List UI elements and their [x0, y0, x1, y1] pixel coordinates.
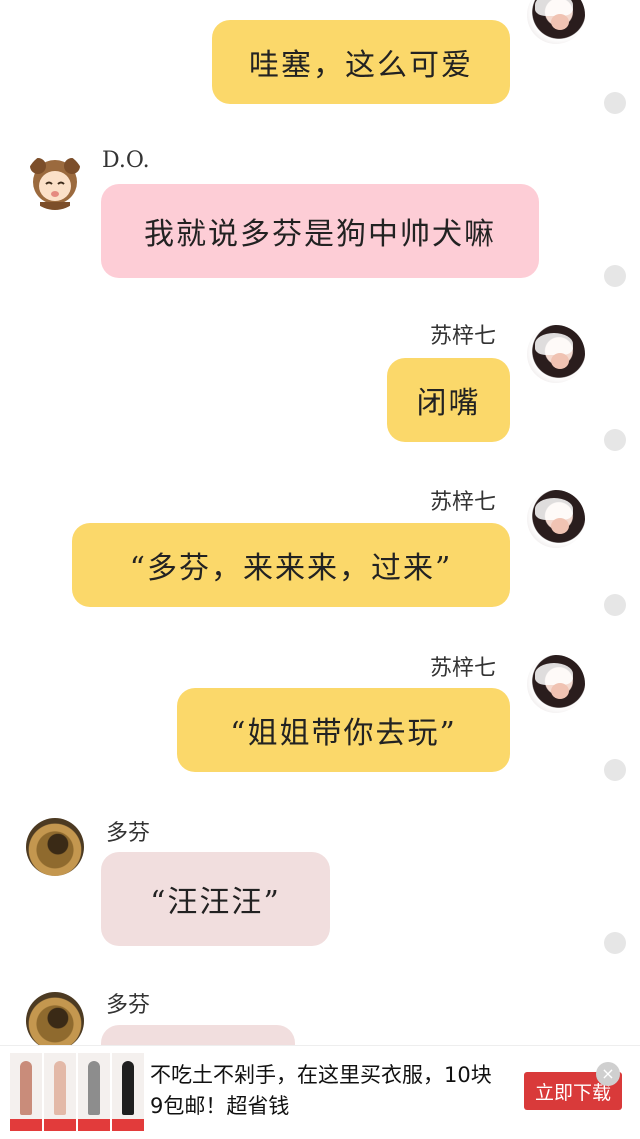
avatar-do[interactable] — [26, 152, 84, 210]
ad-thumb — [78, 1053, 110, 1131]
message-text: 我就说多芬是狗中帅犬嘛 — [144, 217, 496, 252]
ad-thumb — [112, 1053, 144, 1131]
ad-thumb — [44, 1053, 76, 1131]
close-icon[interactable]: × — [596, 1062, 620, 1086]
clothing-figure — [121, 1060, 135, 1116]
sender-name: D.O. — [102, 148, 150, 173]
message-bubble-self[interactable]: 闭嘴 — [387, 358, 510, 442]
status-dot — [604, 759, 626, 781]
message-text: “多芬，来来来，过来” — [129, 551, 453, 586]
message-bubble-duofen[interactable]: “汪汪汪” — [101, 852, 330, 946]
status-dot — [604, 92, 626, 114]
message-text: “汪汪汪” — [150, 885, 281, 920]
sender-name: 苏梓七 — [430, 324, 497, 349]
price-tag — [10, 1119, 42, 1131]
message-text: 闭嘴 — [416, 386, 481, 421]
ad-image[interactable] — [10, 1053, 144, 1131]
sender-name: 多芬 — [106, 993, 151, 1018]
sender-name: 苏梓七 — [430, 490, 497, 515]
message-bubble-self[interactable]: “多芬，来来来，过来” — [72, 523, 510, 607]
message-bubble-duofen[interactable] — [101, 1025, 295, 1045]
avatar-suziqi[interactable] — [527, 490, 585, 548]
avatar-duofen[interactable] — [26, 992, 84, 1045]
ad-text[interactable]: 不吃土不剁手，在这里买衣服，10块9包邮！超省钱 — [150, 1060, 502, 1122]
message-bubble-self[interactable]: 哇塞，这么可爱 — [212, 20, 510, 104]
clothing-figure — [87, 1060, 101, 1116]
status-dot — [604, 429, 626, 451]
message-bubble-do[interactable]: 我就说多芬是狗中帅犬嘛 — [101, 184, 539, 278]
message-text: 哇塞，这么可爱 — [249, 48, 473, 83]
price-tag — [78, 1119, 110, 1131]
price-tag — [44, 1119, 76, 1131]
message-text: “姐姐带你去玩” — [230, 716, 457, 751]
price-tag — [112, 1119, 144, 1131]
avatar-suziqi[interactable] — [527, 655, 585, 713]
avatar-suziqi[interactable] — [527, 0, 585, 44]
sender-name: 多芬 — [106, 821, 151, 846]
sender-name: 苏梓七 — [430, 656, 497, 681]
cartoon-boy-icon — [30, 158, 80, 210]
avatar-duofen[interactable] — [26, 818, 84, 876]
ad-thumb — [10, 1053, 42, 1131]
message-bubble-self[interactable]: “姐姐带你去玩” — [177, 688, 510, 772]
ad-banner[interactable]: 不吃土不剁手，在这里买衣服，10块9包邮！超省钱 立即下载 × — [0, 1045, 640, 1139]
status-dot — [604, 932, 626, 954]
status-dot — [604, 265, 626, 287]
chat-area[interactable]: 哇塞，这么可爱 D.O. 我就说多芬是狗中帅犬嘛 苏梓七 闭嘴 苏梓七 “多芬，… — [0, 0, 640, 1045]
status-dot — [604, 594, 626, 616]
avatar-suziqi[interactable] — [527, 325, 585, 383]
clothing-figure — [19, 1060, 33, 1116]
clothing-figure — [53, 1060, 67, 1116]
